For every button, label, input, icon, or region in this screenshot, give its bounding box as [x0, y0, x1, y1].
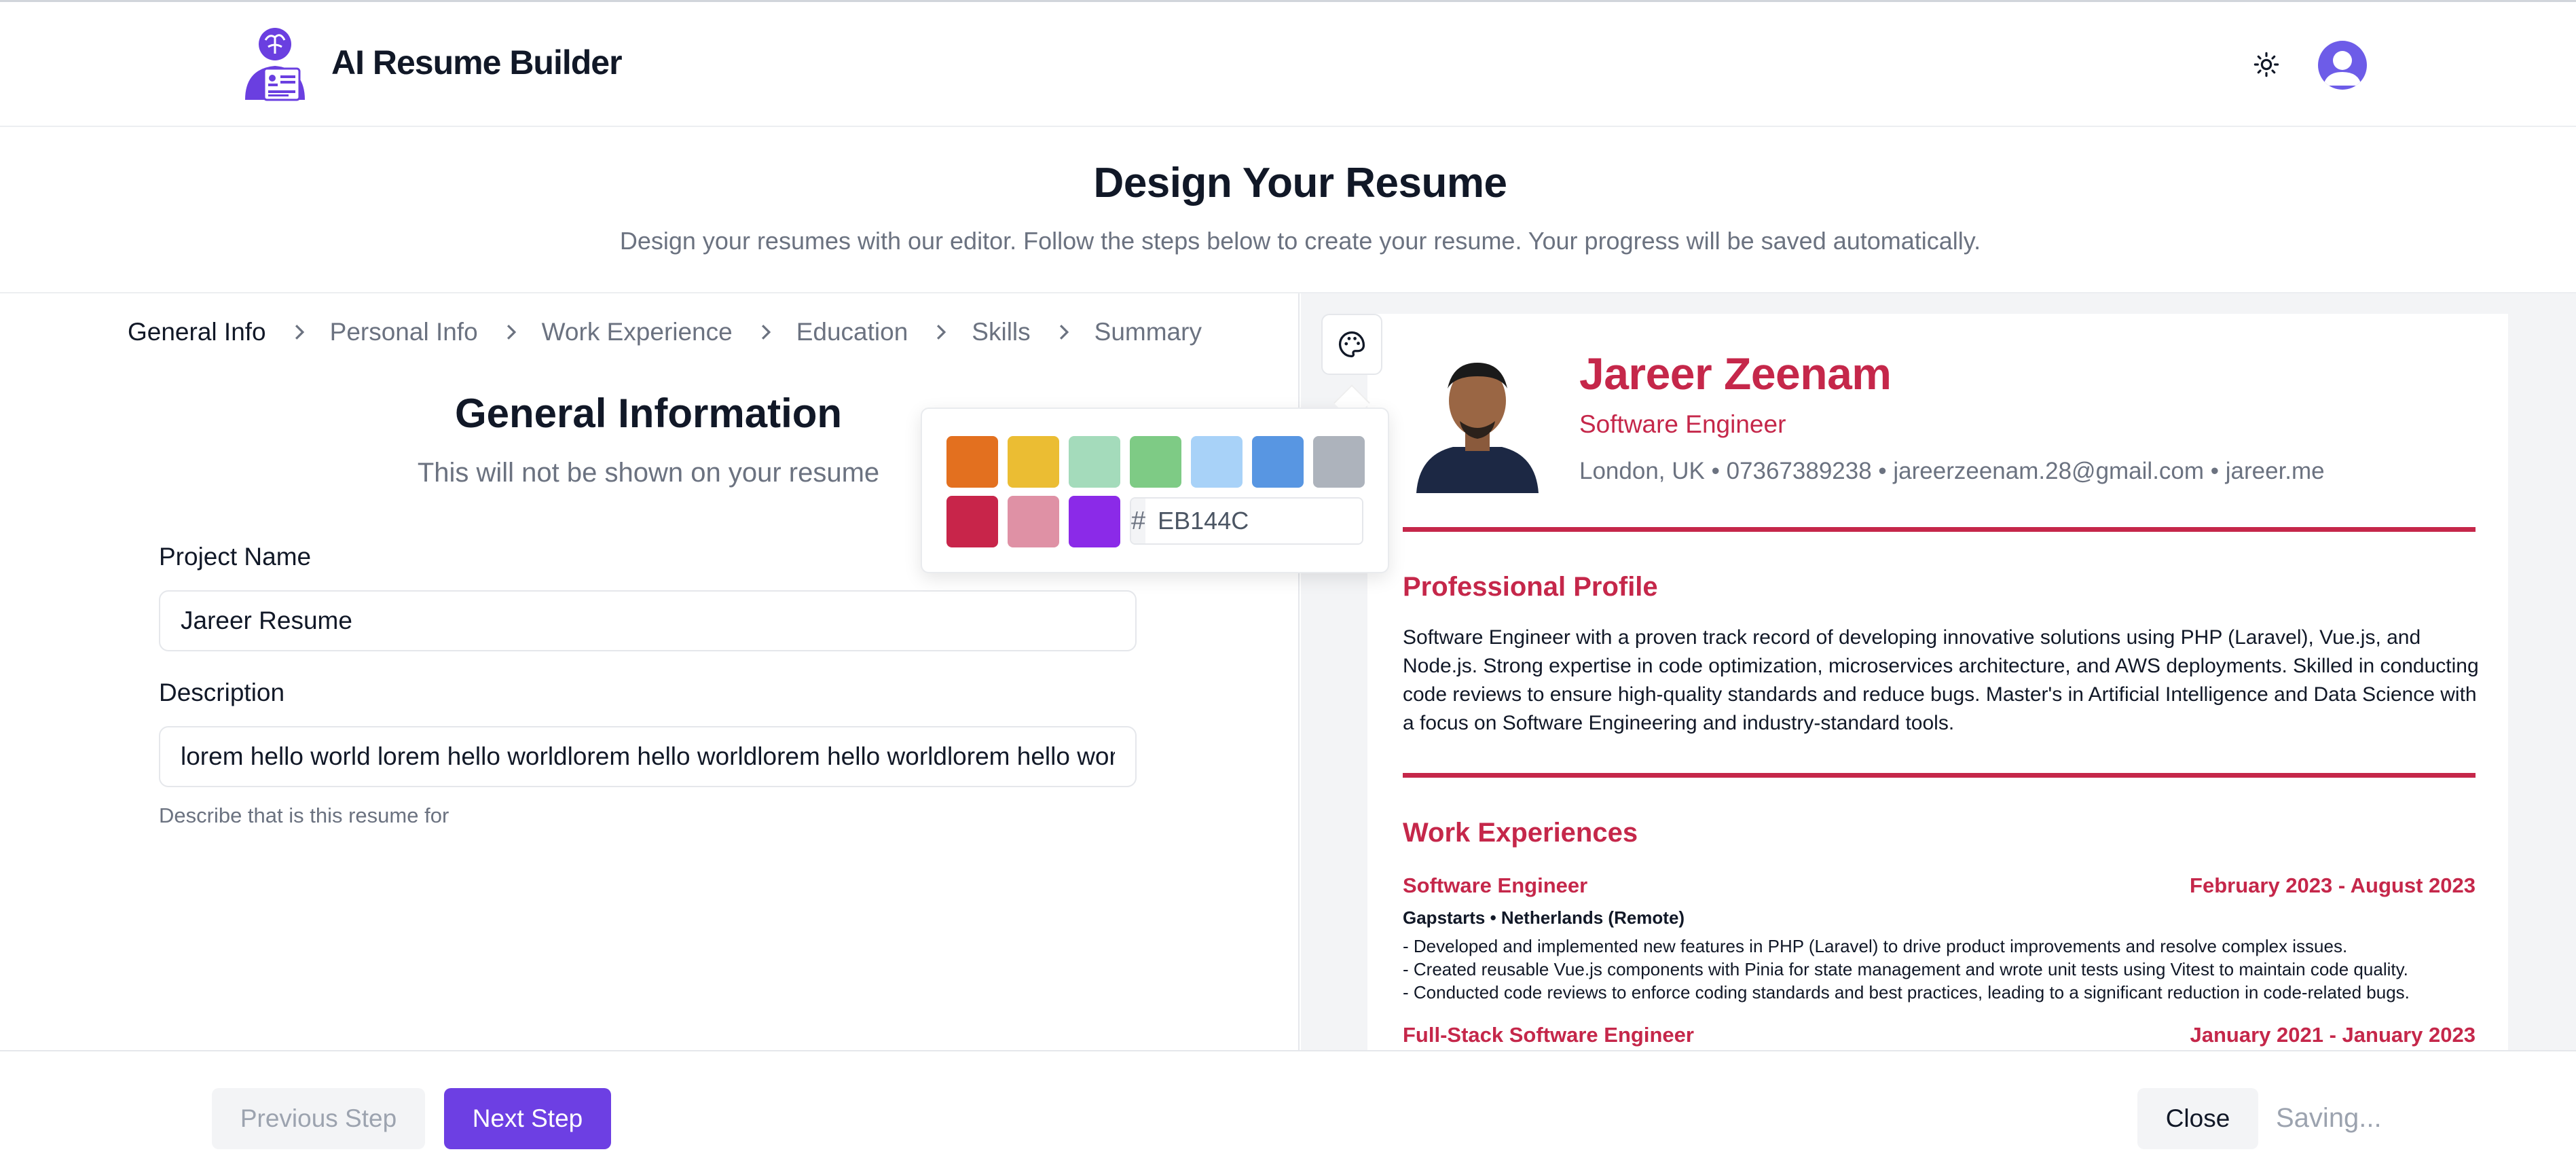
chevron-right-icon — [507, 325, 516, 340]
project-name-label: Project Name — [159, 543, 312, 571]
job-dates: January 2021 - January 2023 — [2190, 1023, 2476, 1047]
close-button[interactable]: Close — [2137, 1088, 2258, 1149]
color-swatch-green[interactable] — [1130, 436, 1181, 488]
description-input[interactable] — [159, 726, 1137, 787]
step-personal-info[interactable]: Personal Info — [330, 318, 478, 346]
resume-contact: London, UK • 07367389238 • jareerzeenam.… — [1579, 458, 2325, 484]
palette-icon — [1338, 331, 1365, 358]
page-title: Design Your Resume — [1093, 160, 1507, 206]
sun-icon — [2253, 52, 2279, 77]
save-status: Saving... — [2276, 1103, 2382, 1133]
color-swatch-blue[interactable] — [1252, 436, 1304, 488]
previous-step-button[interactable]: Previous Step — [212, 1088, 425, 1149]
step-summary[interactable]: Summary — [1094, 318, 1202, 346]
job-title: Software Engineer — [1403, 873, 1588, 897]
color-swatch-crimson[interactable] — [946, 496, 998, 547]
description-label: Description — [159, 679, 285, 706]
user-avatar-button[interactable] — [2318, 41, 2367, 90]
chevron-right-icon — [295, 325, 304, 340]
project-name-input[interactable] — [159, 590, 1137, 651]
profile-section-title: Professional Profile — [1403, 572, 1658, 602]
color-swatch-purple[interactable] — [1069, 496, 1120, 547]
theme-toggle-button[interactable] — [2251, 50, 2281, 79]
user-avatar-icon — [2323, 51, 2361, 86]
color-swatch-gray[interactable] — [1313, 436, 1365, 488]
footer-bar: Previous Step Next Step Close Saving... — [0, 1050, 2576, 1173]
app-title: AI Resume Builder — [331, 43, 623, 82]
step-skills[interactable]: Skills — [972, 318, 1030, 346]
job-bullet: - Developed and implemented new features… — [1403, 936, 2348, 956]
color-picker-popover: # — [921, 408, 1389, 573]
color-swatch-pink[interactable] — [1008, 496, 1059, 547]
section-divider — [1403, 527, 2476, 532]
color-palette-button[interactable] — [1321, 314, 1382, 375]
color-swatch-yellow[interactable] — [1008, 436, 1059, 488]
hash-prefix: # — [1131, 499, 1146, 543]
job-bullet: - Conducted code reviews to enforce codi… — [1403, 982, 2410, 1003]
chevron-right-icon — [937, 325, 946, 340]
step-general-info[interactable]: General Info — [128, 318, 266, 346]
chevron-right-icon — [1059, 325, 1069, 340]
resume-name: Jareer Zeenam — [1579, 348, 1892, 399]
job-company: Gapstarts • Netherlands (Remote) — [1403, 907, 1685, 928]
step-work-experience[interactable]: Work Experience — [542, 318, 733, 346]
next-step-button[interactable]: Next Step — [444, 1088, 611, 1149]
hex-color-field: # — [1130, 497, 1363, 545]
resume-role: Software Engineer — [1579, 410, 1786, 438]
app-header: AI Resume Builder — [0, 2, 2576, 127]
chevron-right-icon — [761, 325, 771, 340]
profile-photo — [1405, 346, 1549, 493]
color-swatch-light-blue[interactable] — [1191, 436, 1243, 488]
section-divider — [1403, 773, 2476, 778]
job-bullet: - Created reusable Vue.js components wit… — [1403, 959, 2408, 979]
hex-color-input[interactable] — [1145, 499, 1362, 543]
job-dates: February 2023 - August 2023 — [2190, 873, 2476, 897]
step-breadcrumb: General Info Personal Info Work Experien… — [128, 318, 1202, 346]
color-swatch-mint[interactable] — [1069, 436, 1120, 488]
profile-text: Software Engineer with a proven track re… — [1403, 626, 2479, 734]
work-section-title: Work Experiences — [1403, 818, 1638, 848]
step-education[interactable]: Education — [796, 318, 908, 346]
robot-resume-logo-icon[interactable] — [241, 26, 312, 103]
page-subtitle: Design your resumes with our editor. Fol… — [619, 227, 1981, 255]
description-hint: Describe that is this resume for — [159, 804, 449, 827]
resume-preview: Jareer Zeenam Software Engineer London, … — [1367, 314, 2508, 1051]
job-title: Full-Stack Software Engineer — [1403, 1023, 1694, 1047]
color-swatch-orange[interactable] — [946, 436, 998, 488]
